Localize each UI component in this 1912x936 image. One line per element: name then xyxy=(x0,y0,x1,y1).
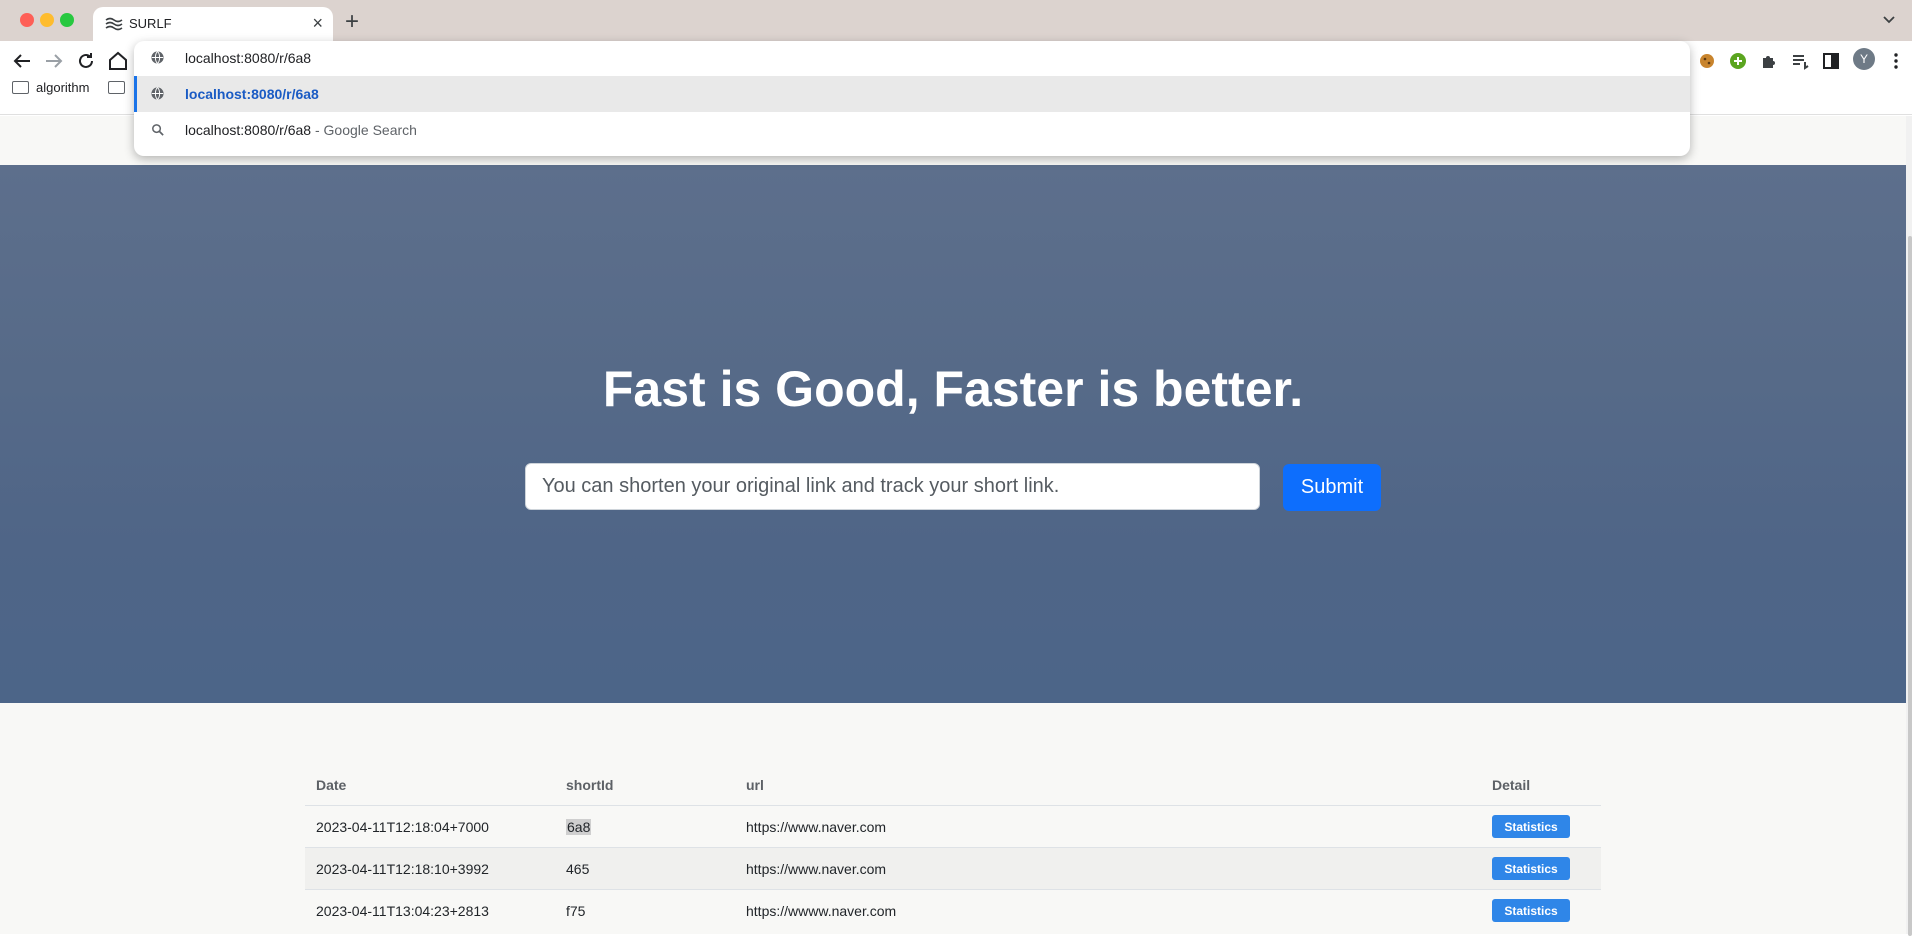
new-tab-icon[interactable]: + xyxy=(345,8,359,36)
folder-icon xyxy=(12,81,29,94)
statistics-button[interactable]: Statistics xyxy=(1492,899,1570,922)
waves-icon xyxy=(105,17,123,31)
suggestion-search[interactable]: localhost:8080/r/6a8 - Google Search xyxy=(134,112,1690,148)
suggestion-url-text: localhost:8080/r/6a8 xyxy=(185,86,319,102)
header-shortid: shortId xyxy=(566,777,614,793)
globe-icon xyxy=(151,51,164,64)
scroll-thumb[interactable] xyxy=(1908,236,1912,936)
cell-date: 2023-04-11T13:04:23+2813 xyxy=(316,903,489,919)
folder-icon xyxy=(108,81,125,94)
tab-title: SURLF xyxy=(129,16,172,31)
hero-title: Fast is Good, Faster is better. xyxy=(602,361,1304,417)
submit-button[interactable]: Submit xyxy=(1283,464,1381,511)
cell-url: https://wwww.naver.com xyxy=(746,903,897,919)
reading-list-icon[interactable] xyxy=(1788,49,1812,73)
chevron-down-icon[interactable] xyxy=(1880,10,1898,28)
header-detail: Detail xyxy=(1492,777,1531,793)
address-bar-text: localhost:8080/r/6a8 xyxy=(185,50,312,66)
profile-avatar[interactable]: Y xyxy=(1853,48,1875,70)
puzzle-icon[interactable] xyxy=(1757,49,1781,73)
cookie-icon[interactable] xyxy=(1695,49,1719,73)
minimize-window-button[interactable] xyxy=(40,13,54,27)
search-icon xyxy=(152,124,164,136)
suggestion-query: localhost:8080/r/6a8 xyxy=(185,122,312,138)
cell-shortid: f75 xyxy=(566,903,586,919)
cell-url: https://www.naver.com xyxy=(746,819,887,835)
reload-icon[interactable] xyxy=(74,49,98,73)
more-menu-icon[interactable] xyxy=(1884,49,1908,73)
forward-icon[interactable] xyxy=(42,49,66,73)
cell-url: https://www.naver.com xyxy=(746,861,887,877)
hero-section: Fast is Good, Faster is better. Submit xyxy=(0,165,1906,703)
globe-icon xyxy=(151,87,164,100)
table-header: Date shortId url Detail xyxy=(305,763,1601,805)
suggestion-url[interactable]: localhost:8080/r/6a8 xyxy=(134,76,1690,112)
cell-shortid: 6a8 xyxy=(566,819,592,835)
back-icon[interactable] xyxy=(10,49,34,73)
header-url: url xyxy=(746,777,764,793)
table-row: 2023-04-11T13:04:23+2813 f75 https://www… xyxy=(305,889,1601,931)
address-bar[interactable]: localhost:8080/r/6a8 xyxy=(134,41,1690,75)
header-date: Date xyxy=(316,777,347,793)
tab-strip: SURLF × + xyxy=(0,0,1912,41)
page-scrollbar[interactable] xyxy=(1906,116,1912,936)
cell-date: 2023-04-11T12:18:10+3992 xyxy=(316,861,489,877)
suggestion-search-text: localhost:8080/r/6a8 - Google Search xyxy=(185,122,417,138)
statistics-button[interactable]: Statistics xyxy=(1492,815,1570,838)
bookmark-folder-algorithm[interactable]: algorithm xyxy=(12,80,89,95)
add-extension-icon[interactable] xyxy=(1726,49,1750,73)
bookmark-label: algorithm xyxy=(36,80,90,95)
statistics-button[interactable]: Statistics xyxy=(1492,857,1570,880)
table-row: 2023-04-11T12:18:04+7000 6a8 https://www… xyxy=(305,805,1601,847)
omnibox-dropdown: localhost:8080/r/6a8 localhost:8080/r/6a… xyxy=(134,41,1690,156)
cell-shortid: 465 xyxy=(566,861,590,877)
tab-close-icon[interactable]: × xyxy=(312,13,323,33)
close-window-button[interactable] xyxy=(20,13,34,27)
table-row: 2023-04-11T12:18:10+3992 465 https://www… xyxy=(305,847,1601,889)
suggestion-suffix: - Google Search xyxy=(311,122,417,138)
url-input[interactable] xyxy=(525,463,1260,510)
maximize-window-button[interactable] xyxy=(60,13,74,27)
cell-date: 2023-04-11T12:18:04+7000 xyxy=(316,819,489,835)
home-icon[interactable] xyxy=(106,49,130,73)
tab-surlf[interactable]: SURLF × xyxy=(93,7,333,41)
side-panel-icon[interactable] xyxy=(1819,49,1843,73)
bookmark-folder[interactable] xyxy=(108,80,132,95)
